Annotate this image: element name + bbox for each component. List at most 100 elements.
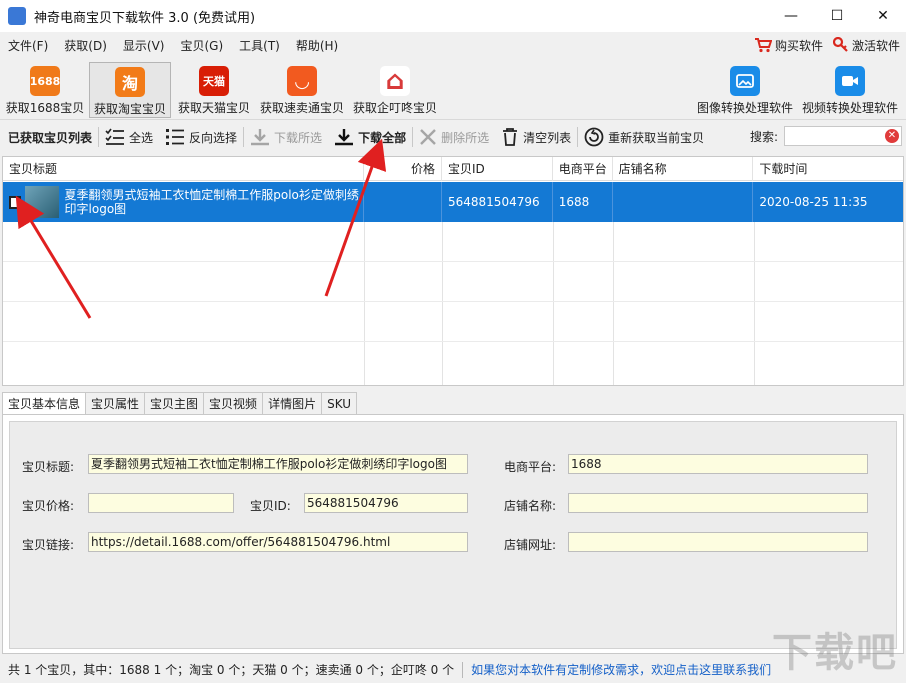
fetch-taobao-button[interactable]: 淘 获取淘宝宝贝 [89,62,171,118]
shop-url-label: 店铺网址: [504,538,557,552]
cell-shop [613,182,754,222]
column-header-time[interactable]: 下载时间 [753,157,903,181]
detail-panel: 宝贝标题: 夏季翻领男式短袖工衣t恤定制棉工作服polo衫定做刺绣印字logo图… [2,414,904,654]
fetch-1688-button[interactable]: 1688 获取1688宝贝 [4,62,86,118]
tab-detail-images[interactable]: 详情图片 [262,392,323,414]
key-icon [832,37,848,52]
video-tool-button[interactable]: 视频转换处理软件 [798,62,902,118]
column-header-platform[interactable]: 电商平台 [553,157,613,181]
buy-software-link[interactable]: 购买软件 [754,37,823,54]
close-button[interactable]: ✕ [860,0,906,32]
activate-software-link[interactable]: 激活软件 [832,37,900,54]
menu-file[interactable]: 文件(F) [0,37,56,54]
product-table: 宝贝标题 价格 宝贝ID 电商平台 店铺名称 下载时间 夏季翻领男式短袖工衣t恤… [2,156,904,386]
link-field[interactable]: https://detail.1688.com/offer/5648815047… [88,532,468,552]
buy-software-label: 购买软件 [774,38,823,53]
tab-main-images[interactable]: 宝贝主图 [144,392,205,414]
fetch-taobao-label: 获取淘宝宝贝 [93,102,166,116]
menu-item[interactable]: 宝贝(G) [172,37,231,54]
image-tool-button[interactable]: 图像转换处理软件 [694,62,796,118]
shop-name-label: 店铺名称: [504,499,557,513]
download-selected-button[interactable]: 下载所选 [244,123,328,151]
window-title: 神奇电商宝贝下载软件 3.0 (免费试用) [34,10,256,26]
table-row[interactable]: 夏季翻领男式短袖工衣t恤定制棉工作服polo衫定做刺绣印字logo图 56488… [3,182,903,222]
status-divider [462,661,464,678]
price-label: 宝贝价格: [22,499,75,513]
detail-tabs: 宝贝基本信息 宝贝属性 宝贝主图 宝贝视频 详情图片 SKU [2,392,358,415]
maximize-button[interactable]: ☐ [814,0,860,32]
select-all-button[interactable]: 全选 [99,123,159,151]
tab-sku[interactable]: SKU [321,392,358,414]
status-bar: 共 1 个宝贝，其中：1688 1 个；淘宝 0 个；天猫 0 个；速卖通 0 … [0,656,906,683]
list-toolbar: 已获取宝贝列表 全选 反向选择 下载所选 下载全部 删除所选 清空列表 重新获取… [0,122,906,152]
cell-price [364,182,442,222]
cell-time: 2020-08-25 11:35 [759,195,868,209]
empty-row [3,222,903,262]
delete-selected-button[interactable]: 删除所选 [413,123,495,151]
refetch-button[interactable]: 重新获取当前宝贝 [578,123,710,151]
clear-search-icon[interactable]: ✕ [885,129,899,143]
watermark-logo: 下载吧 [772,630,898,676]
fetch-aliexpress-button[interactable]: ◡ 获取速卖通宝贝 [256,62,348,118]
tmall-icon: 天猫 [199,66,229,96]
platform-label: 电商平台: [504,460,557,474]
minimize-button[interactable]: — [768,0,814,32]
column-header-title[interactable]: 宝贝标题 [3,157,365,181]
tab-basic-info[interactable]: 宝贝基本信息 [2,392,87,415]
download-icon [251,129,270,146]
product-thumbnail [24,186,59,218]
empty-row [3,302,903,342]
download-selected-label: 下载所选 [274,130,323,145]
shop-url-field[interactable] [568,532,868,552]
cart-icon [754,38,772,53]
column-header-shop[interactable]: 店铺名称 [613,157,754,181]
trash-icon [503,128,518,146]
price-field[interactable] [88,493,234,513]
clear-list-button[interactable]: 清空列表 [495,123,577,151]
menu-tools[interactable]: 工具(T) [231,37,288,54]
title-label: 宝贝标题: [22,460,75,474]
id-label: 宝贝ID: [250,499,291,513]
tab-video[interactable]: 宝贝视频 [203,392,264,414]
download-all-label: 下载全部 [358,130,407,145]
fetch-qidingdong-button[interactable]: ⌂ 获取企叮咚宝贝 [350,62,440,118]
column-header-id[interactable]: 宝贝ID [442,157,553,181]
download-all-button[interactable]: 下载全部 [328,123,412,151]
video-camera-icon [835,66,865,96]
clear-list-label: 清空列表 [523,130,572,145]
invert-selection-button[interactable]: 反向选择 [159,123,243,151]
cell-title: 夏季翻领男式短袖工衣t恤定制棉工作服polo衫定做刺绣印字logo图 [64,188,359,216]
select-all-label: 全选 [129,130,154,145]
fetch-tmall-button[interactable]: 天猫 获取天猫宝贝 [174,62,254,118]
tab-attributes[interactable]: 宝贝属性 [85,392,146,414]
menu-view[interactable]: 显示(V) [115,37,173,54]
list-label: 已获取宝贝列表 [8,130,93,145]
activate-software-label: 激活软件 [851,38,900,53]
search-input[interactable]: ✕ [784,126,902,146]
fetch-qidingdong-label: 获取企叮咚宝贝 [352,101,437,115]
invert-selection-label: 反向选择 [189,130,238,145]
app-logo-icon [8,7,26,25]
row-checkbox[interactable] [9,195,21,209]
search-label: 搜索: [749,130,778,144]
empty-row [3,342,903,385]
contact-link[interactable]: 如果您对本软件有定制修改需求，欢迎点击这里联系我们 [471,661,771,678]
platform-field[interactable]: 1688 [568,454,868,474]
menu-bar: 文件(F) 获取(D) 显示(V) 宝贝(G) 工具(T) 帮助(H) 购买软件… [0,32,906,58]
qidingdong-icon: ⌂ [380,66,410,96]
table-header: 宝贝标题 价格 宝贝ID 电商平台 店铺名称 下载时间 [3,157,903,181]
column-header-price[interactable]: 价格 [364,157,443,181]
source-toolbar: 1688 获取1688宝贝 淘 获取淘宝宝贝 天猫 获取天猫宝贝 ◡ 获取速卖通… [0,60,906,120]
title-field[interactable]: 夏季翻领男式短袖工衣t恤定制棉工作服polo衫定做刺绣印字logo图 [88,454,468,474]
refresh-icon [584,127,604,147]
detail-form: 宝贝标题: 夏季翻领男式短袖工衣t恤定制棉工作服polo衫定做刺绣印字logo图… [9,421,897,649]
shop-name-field[interactable] [568,493,868,513]
id-field[interactable]: 564881504796 [304,493,468,513]
cell-platform: 1688 [553,182,613,222]
menu-help[interactable]: 帮助(H) [288,37,346,54]
fetch-tmall-label: 获取天猫宝贝 [177,101,250,115]
title-bar: 神奇电商宝贝下载软件 3.0 (免费试用) — ☐ ✕ [0,0,906,32]
refetch-label: 重新获取当前宝贝 [608,130,705,145]
menu-fetch[interactable]: 获取(D) [56,37,115,54]
1688-icon: 1688 [30,66,60,96]
